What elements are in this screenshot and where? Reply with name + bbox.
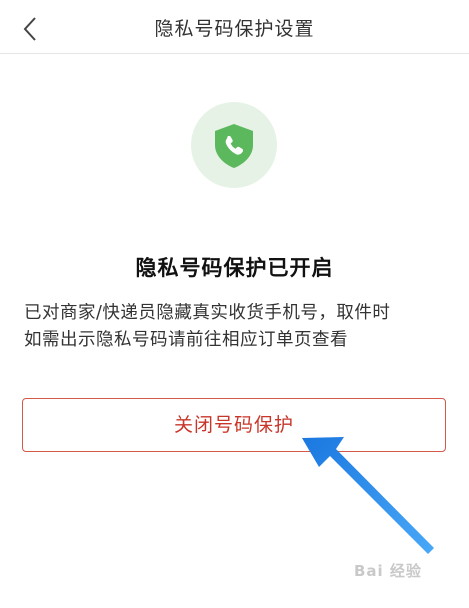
watermark-logo: Bai 经验 bbox=[354, 562, 422, 580]
nav-header: 隐私号码保护设置 bbox=[0, 0, 469, 54]
status-title: 隐私号码保护已开启 bbox=[135, 256, 334, 280]
shield-badge bbox=[191, 102, 277, 188]
shield-phone-icon bbox=[215, 124, 253, 168]
status-description: 已对商家/快递员隐藏真实收货手机号，取件时 如需出示隐私号码请前往相应订单页查看 bbox=[24, 300, 454, 354]
page-title: 隐私号码保护设置 bbox=[154, 18, 315, 40]
description-line: 如需出示隐私号码请前往相应订单页查看 bbox=[24, 330, 348, 350]
description-line: 已对商家/快递员隐藏真实收货手机号，取件时 bbox=[24, 303, 391, 323]
close-protection-button[interactable]: 关闭号码保护 bbox=[22, 398, 446, 452]
